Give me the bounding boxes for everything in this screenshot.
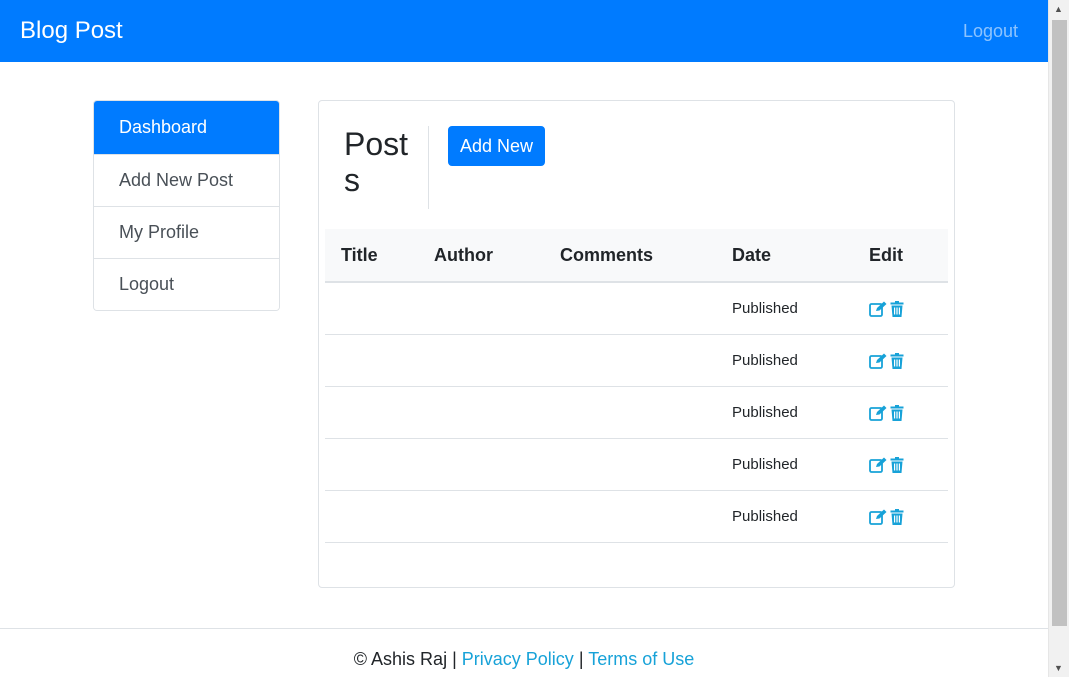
privacy-policy-link[interactable]: Privacy Policy	[462, 649, 574, 669]
add-new-button[interactable]: Add New	[448, 126, 546, 166]
table-row: Published	[325, 334, 948, 387]
edit-icon[interactable]	[869, 509, 887, 525]
cell-title	[325, 334, 418, 387]
scrollbar-thumb[interactable]	[1052, 20, 1067, 626]
header-divider	[428, 126, 429, 209]
table-header-row: Title Author Comments Date Edit	[325, 229, 948, 283]
cell-date: Published	[716, 334, 853, 387]
trash-icon[interactable]	[890, 352, 908, 369]
cell-title	[325, 386, 418, 439]
cell-edit	[853, 490, 948, 543]
cell-comments	[544, 282, 716, 335]
sidebar-item-my-profile[interactable]: My Profile	[94, 206, 279, 258]
cell-date: Published	[716, 490, 853, 543]
cell-title	[325, 438, 418, 491]
sidebar-item-dashboard[interactable]: Dashboard	[94, 101, 279, 154]
cell-edit	[853, 334, 948, 387]
cell-comments	[544, 334, 716, 387]
column-header-author: Author	[418, 229, 544, 283]
table-row: Published	[325, 386, 948, 439]
table-row: Published	[325, 438, 948, 491]
page-title: Posts	[344, 126, 409, 198]
column-header-comments: Comments	[544, 229, 716, 283]
sidebar-item-logout[interactable]: Logout	[94, 258, 279, 310]
cell-edit	[853, 282, 948, 335]
cell-date: Published	[716, 282, 853, 335]
edit-icon[interactable]	[869, 301, 887, 317]
cell-author	[418, 490, 544, 543]
edit-icon[interactable]	[869, 457, 887, 473]
cell-edit	[853, 438, 948, 491]
cell-comments	[544, 438, 716, 491]
cell-author	[418, 438, 544, 491]
cell-comments	[544, 386, 716, 439]
navbar: Blog Post Logout	[0, 0, 1048, 62]
cell-edit	[853, 386, 948, 439]
sidebar-item-add-new-post[interactable]: Add New Post	[94, 154, 279, 206]
column-header-date: Date	[716, 229, 853, 283]
footer-separator: |	[452, 649, 457, 669]
footer-copyright: © Ashis Raj	[353, 649, 448, 669]
edit-icon[interactable]	[869, 405, 887, 421]
trash-icon[interactable]	[890, 300, 908, 317]
column-header-title: Title	[325, 229, 418, 283]
cell-title	[325, 490, 418, 543]
cell-author	[418, 334, 544, 387]
footer: © Ashis Raj | Privacy Policy | Terms of …	[0, 628, 1048, 677]
brand[interactable]: Blog Post	[20, 17, 123, 45]
table-row: Published	[325, 490, 948, 543]
table-row: Published	[325, 282, 948, 335]
scroll-up-arrow-icon[interactable]: ▲	[1054, 4, 1063, 14]
cell-author	[418, 282, 544, 335]
terms-of-use-link[interactable]: Terms of Use	[588, 649, 694, 669]
edit-icon[interactable]	[869, 353, 887, 369]
trash-icon[interactable]	[890, 456, 908, 473]
trash-icon[interactable]	[890, 404, 908, 421]
posts-table: Title Author Comments Date Edit Publishe…	[325, 229, 948, 543]
sidebar: Dashboard Add New Post My Profile Logout	[93, 100, 280, 311]
posts-card: Posts Add New Title Author Comments Date…	[318, 100, 955, 588]
cell-date: Published	[716, 438, 853, 491]
footer-separator: |	[578, 649, 584, 669]
trash-icon[interactable]	[890, 508, 908, 525]
cell-date: Published	[716, 386, 853, 439]
scroll-down-arrow-icon[interactable]: ▼	[1054, 663, 1063, 673]
vertical-scrollbar[interactable]: ▲ ▼	[1048, 0, 1069, 677]
navbar-logout-link[interactable]: Logout	[963, 21, 1028, 42]
cell-comments	[544, 490, 716, 543]
posts-card-header: Posts Add New	[319, 101, 954, 229]
column-header-edit: Edit	[853, 229, 948, 283]
cell-title	[325, 282, 418, 335]
cell-author	[418, 386, 544, 439]
